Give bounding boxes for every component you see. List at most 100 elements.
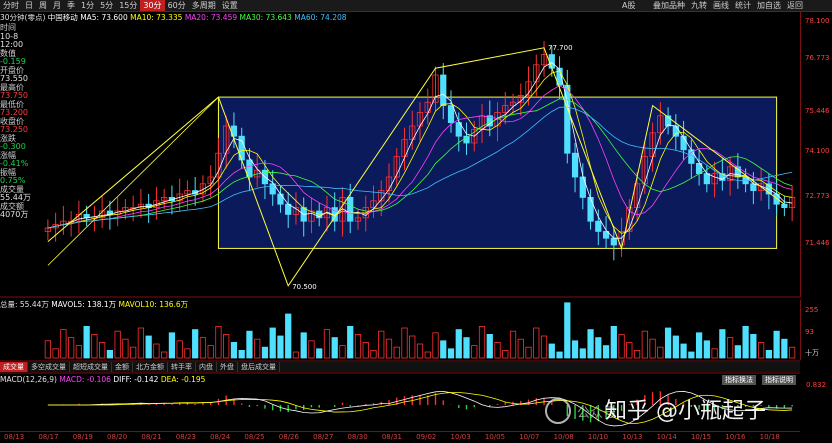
- volume-legend: 总量: 55.44万 MAVOL5: 138.1万 MAVOL10: 136.6…: [0, 299, 188, 310]
- volume-bar: [199, 337, 207, 359]
- volume-bar: [184, 348, 191, 359]
- wechat-logo-icon: [545, 398, 571, 424]
- indicator-tab-8[interactable]: 盘后成交量: [238, 362, 280, 372]
- mavol10-value: MAVOL10: 136.6万: [118, 300, 189, 309]
- indicator-tab-7[interactable]: 外盘: [217, 362, 238, 372]
- indicator-tab-1[interactable]: 多空成交量: [28, 362, 70, 372]
- volume-bar: [300, 332, 307, 359]
- candle-body: [750, 183, 757, 192]
- trend-line: [47, 96, 219, 266]
- indicator-tab-6[interactable]: 内盘: [196, 362, 217, 372]
- volume-bar: [153, 343, 160, 359]
- volume-bar: [238, 349, 245, 359]
- price-axis-label: 71.446: [805, 239, 830, 247]
- volume-bar: [602, 345, 610, 359]
- date-axis-label: 08/23: [175, 433, 196, 441]
- volume-bar: [680, 343, 687, 359]
- volume-bar: [781, 338, 788, 359]
- volume-bar: [548, 343, 555, 359]
- volume-bar: [44, 340, 51, 359]
- volume-bar: [595, 337, 602, 359]
- date-axis-label: 10/18: [759, 433, 780, 441]
- volume-bar: [758, 341, 765, 359]
- volume-bar: [564, 302, 571, 359]
- candle-body: [347, 196, 354, 222]
- indicator-tab-0[interactable]: 成交量: [0, 362, 28, 372]
- volume-bar: [703, 340, 710, 359]
- volume-bar: [641, 330, 648, 359]
- volume-bar: [339, 345, 346, 359]
- date-axis-label: 09/02: [416, 433, 437, 441]
- price-axis-label: 72.773: [805, 192, 830, 200]
- bar-info-panel: 时间 10-8 12:00 数值 -0.159 开盘价 73.550 最高价 7…: [0, 23, 42, 220]
- date-axis-label: 10/16: [725, 433, 746, 441]
- volume-bar: [145, 335, 152, 359]
- volume-bar: [719, 329, 726, 359]
- volume-bar: [571, 340, 579, 359]
- indicator-help-button[interactable]: 指标说明: [762, 375, 796, 385]
- volume-bar: [207, 345, 214, 359]
- candle-body: [548, 54, 555, 69]
- indicator-tab-2[interactable]: 超短成交量: [70, 362, 112, 372]
- volume-axis: 255 93 十万: [800, 300, 832, 360]
- volume-bar: [99, 341, 106, 359]
- low-annotation: 70.500: [292, 283, 317, 291]
- price-axis: 78.100 76.773 75.446 74.100 72.773 71.446: [800, 12, 832, 297]
- volume-bar: [370, 349, 377, 359]
- volume-bar: [649, 338, 656, 359]
- volume-bar: [316, 348, 323, 359]
- volume-bar: [463, 337, 470, 359]
- volume-bar: [773, 330, 780, 359]
- volume-bar: [556, 351, 563, 359]
- candle-body: [703, 173, 710, 185]
- volume-bar: [416, 343, 424, 359]
- volume-axis-top: 255: [805, 306, 819, 314]
- volume-bar: [494, 341, 501, 359]
- indicator-tab-4[interactable]: 北方金额: [133, 362, 168, 372]
- macd-axis-label: 0.832: [806, 381, 827, 389]
- volume-bar: [176, 340, 183, 359]
- price-axis-label: 76.773: [805, 54, 830, 62]
- volume-bar: [378, 330, 385, 359]
- date-axis-label: 08/17: [38, 433, 59, 441]
- volume-bar: [114, 330, 121, 359]
- date-axis-label: 08/30: [347, 433, 368, 441]
- volume-bar: [192, 329, 199, 359]
- volume-bar: [711, 348, 718, 359]
- volume-bar: [269, 327, 276, 359]
- volume-bar: [68, 337, 75, 359]
- mavol5-value: MAVOL5: 138.1万: [51, 300, 117, 309]
- price-axis-label: 75.446: [805, 107, 830, 115]
- watermark-text: 知乎 @小瓶起子: [605, 399, 766, 424]
- dea-value: DEA: -0.195: [160, 375, 206, 384]
- indicator-tab-3[interactable]: 金额: [112, 362, 133, 372]
- date-axis-label: 08/13: [4, 433, 25, 441]
- volume-bar: [130, 346, 137, 359]
- volume-bar: [657, 346, 664, 359]
- volume-bar: [75, 345, 82, 359]
- volume-bar: [432, 332, 439, 359]
- date-axis-label: 10/10: [587, 433, 609, 441]
- indicator-tab-5[interactable]: 转手率: [168, 362, 196, 372]
- volume-bar: [215, 325, 222, 359]
- macd-value: MACD: -0.106: [59, 375, 111, 384]
- volume-bar: [540, 335, 548, 359]
- volume-bar: [168, 332, 176, 359]
- volume-axis-unit: 十万: [805, 349, 819, 357]
- date-axis-label: 10/13: [622, 433, 643, 441]
- volume-bar: [610, 325, 617, 359]
- indicator-switch-button[interactable]: 指标换法: [722, 375, 756, 385]
- volume-bar: [254, 338, 261, 359]
- date-axis-label: 08/21: [141, 433, 162, 441]
- date-axis: 08/13 08/17 08/19 08/20 08/21 08/23 08/24 08/25…: [0, 431, 800, 443]
- volume-bar: [618, 333, 625, 359]
- volume-bar: [246, 330, 253, 359]
- date-axis-label: 10/08: [553, 433, 574, 441]
- volume-bar: [533, 327, 540, 359]
- volume-bar: [137, 327, 145, 359]
- candle-body: [595, 220, 602, 232]
- volume-bar: [261, 346, 269, 359]
- volume-bar: [347, 325, 354, 359]
- volume-bar: [91, 333, 98, 359]
- volume-bar: [409, 335, 416, 359]
